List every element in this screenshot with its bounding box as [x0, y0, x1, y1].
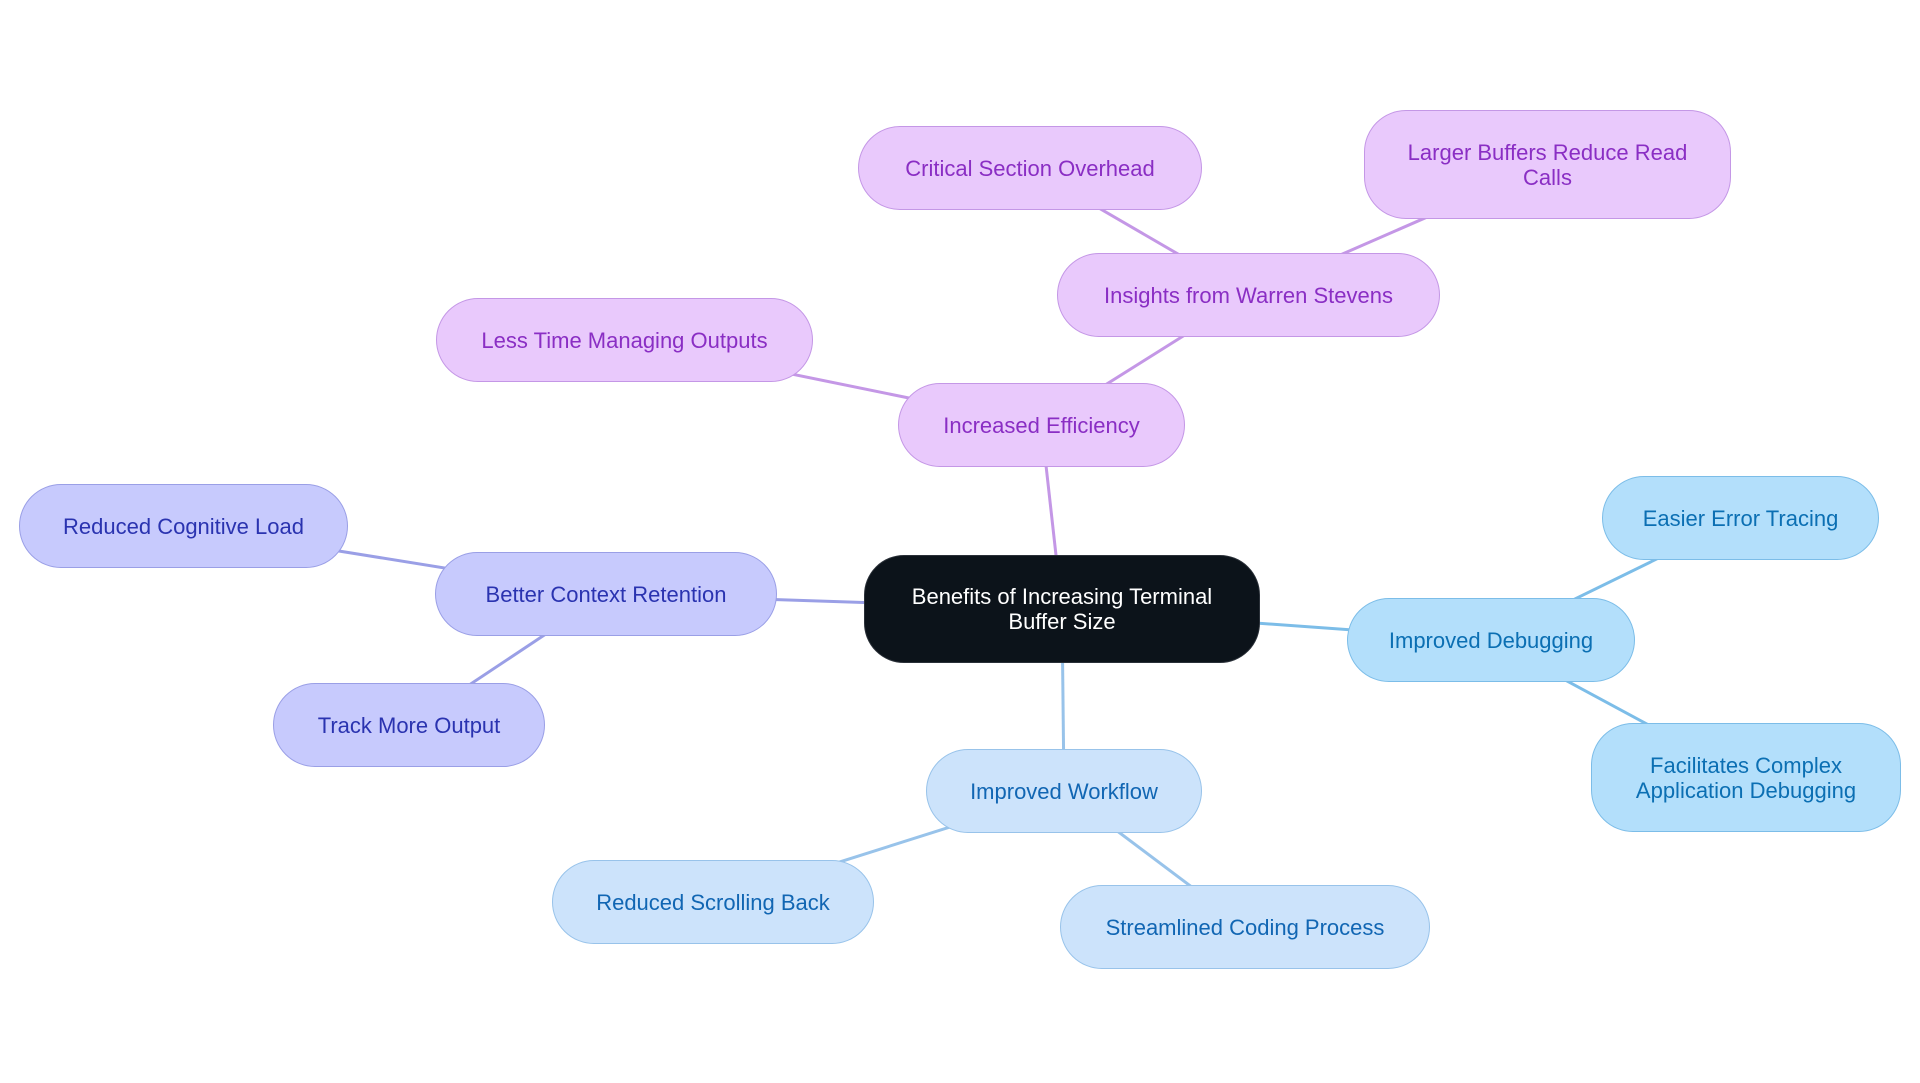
root-node-label: Benefits of Increasing Terminal Buffer S…	[911, 584, 1213, 634]
node-insights-warren-stevens[interactable]: Insights from Warren Stevens	[1057, 253, 1440, 337]
node-label: Reduced Scrolling Back	[596, 889, 830, 915]
node-label: Facilitates Complex Application Debuggin…	[1635, 752, 1857, 803]
node-label: Better Context Retention	[485, 581, 727, 607]
node-label: Easier Error Tracing	[1642, 505, 1839, 531]
node-label: Increased Efficiency	[943, 412, 1140, 438]
node-reduced-cognitive-load[interactable]: Reduced Cognitive Load	[19, 484, 348, 568]
node-streamlined-coding-process[interactable]: Streamlined Coding Process	[1060, 885, 1430, 969]
node-increased-efficiency[interactable]: Increased Efficiency	[898, 383, 1185, 467]
node-label: Larger Buffers Reduce Read Calls	[1407, 139, 1688, 190]
node-label: Improved Debugging	[1388, 627, 1594, 653]
node-track-more-output[interactable]: Track More Output	[273, 683, 545, 767]
node-improved-debugging[interactable]: Improved Debugging	[1347, 598, 1635, 682]
node-less-time-managing-outputs[interactable]: Less Time Managing Outputs	[436, 298, 813, 382]
node-label: Streamlined Coding Process	[1105, 914, 1385, 940]
node-label: Less Time Managing Outputs	[481, 327, 768, 353]
node-larger-buffers[interactable]: Larger Buffers Reduce Read Calls	[1364, 110, 1731, 219]
node-label: Track More Output	[317, 712, 501, 738]
node-label: Critical Section Overhead	[905, 155, 1155, 181]
node-critical-section-overhead[interactable]: Critical Section Overhead	[858, 126, 1202, 210]
node-label: Improved Workflow	[970, 778, 1158, 804]
node-facilitates-complex-debugging[interactable]: Facilitates Complex Application Debuggin…	[1591, 723, 1901, 832]
node-label: Insights from Warren Stevens	[1104, 282, 1393, 308]
node-improved-workflow[interactable]: Improved Workflow	[926, 749, 1202, 833]
node-label: Reduced Cognitive Load	[63, 513, 304, 539]
node-reduced-scrolling-back[interactable]: Reduced Scrolling Back	[552, 860, 874, 944]
node-easier-error-tracing[interactable]: Easier Error Tracing	[1602, 476, 1879, 560]
root-node[interactable]: Benefits of Increasing Terminal Buffer S…	[864, 555, 1260, 663]
node-better-context-retention[interactable]: Better Context Retention	[435, 552, 777, 636]
